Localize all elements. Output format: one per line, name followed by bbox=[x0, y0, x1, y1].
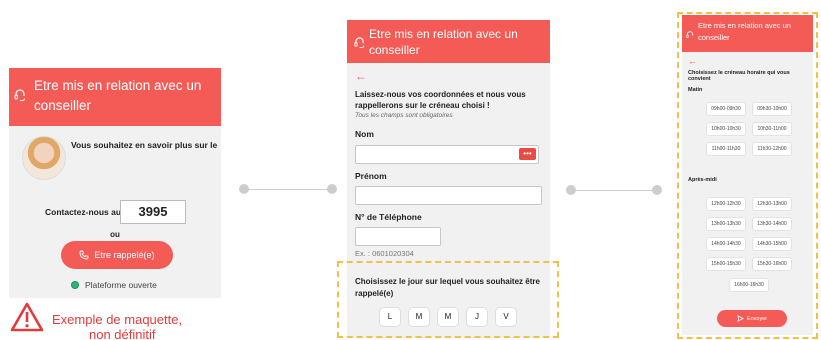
autofill-icon[interactable]: ••• bbox=[519, 148, 536, 160]
panel-time-slots: Etre mis en relation avec un conseiller … bbox=[682, 15, 813, 335]
platform-status-text: Plateforme ouverte bbox=[85, 280, 157, 290]
contact-label: Contactez-nous au bbox=[45, 207, 122, 217]
flow-connector-1 bbox=[244, 189, 332, 190]
draft-warning: Exemple de maquette, non définitif bbox=[9, 300, 229, 340]
or-label: ou bbox=[110, 230, 120, 239]
slot-afternoon[interactable]: 16h00-16h30 bbox=[729, 278, 769, 292]
slot-afternoon[interactable]: 14h00-14h30 bbox=[706, 237, 746, 251]
flow-connector-2 bbox=[571, 190, 657, 191]
send-button-label: Envoyer bbox=[746, 315, 768, 322]
day-button-monday[interactable]: L bbox=[379, 307, 401, 327]
headset-icon bbox=[14, 89, 25, 101]
headset-icon bbox=[686, 31, 694, 39]
panel3-title: Etre mis en relation avec un conseiller bbox=[698, 21, 791, 42]
day-button-thursday[interactable]: J bbox=[466, 307, 488, 327]
prenom-label: Prénom bbox=[355, 171, 387, 181]
afternoon-label: Après-midi bbox=[688, 177, 717, 183]
flow-dot bbox=[566, 185, 576, 195]
flow-dot bbox=[652, 185, 662, 195]
panel1-header: Etre mis en relation avec un conseiller bbox=[9, 68, 221, 126]
callback-button[interactable]: Etre rappelé(e) bbox=[61, 241, 173, 269]
slot-morning[interactable]: 09h00-09h30 bbox=[706, 102, 746, 116]
tel-hint: Ex. : 0601020304 bbox=[355, 249, 414, 258]
slot-afternoon[interactable]: 12h30-13h00 bbox=[752, 197, 792, 211]
slot-morning[interactable]: 11h30-12h00 bbox=[752, 142, 792, 156]
slot-heading: Choisissez le créneau horaire qui vous c… bbox=[688, 70, 790, 82]
nom-input[interactable] bbox=[355, 145, 539, 164]
back-arrow-icon[interactable]: ← bbox=[688, 56, 697, 66]
advisor-avatar bbox=[22, 136, 66, 180]
slot-morning[interactable]: 11h00-11h30 bbox=[706, 142, 746, 156]
panel-contact-options: Etre mis en relation avec un conseiller … bbox=[9, 68, 221, 298]
panel2-title: Etre mis en relation avec un conseiller bbox=[369, 27, 518, 57]
callback-button-label: Etre rappelé(e) bbox=[94, 250, 155, 260]
phone-icon bbox=[80, 250, 89, 260]
headset-icon bbox=[354, 37, 365, 48]
slot-afternoon[interactable]: 12h00-12h30 bbox=[706, 197, 746, 211]
slot-morning[interactable]: 10h00-10h30 bbox=[706, 122, 746, 136]
slot-morning[interactable]: 10h30-11h00 bbox=[752, 122, 792, 136]
nom-label: Nom bbox=[355, 129, 374, 139]
flow-dot bbox=[239, 184, 249, 194]
day-button-friday[interactable]: V bbox=[495, 307, 517, 327]
day-selector: L M M J V bbox=[379, 307, 517, 327]
panel3-header: Etre mis en relation avec un conseiller bbox=[682, 15, 813, 52]
required-note: Tous les champs sont obligatoires bbox=[355, 112, 453, 119]
intro-text: Vous souhaitez en savoir plus sur le bbox=[71, 140, 218, 150]
form-lead-text: Laissez-nous vos coordonnées et nous vou… bbox=[355, 90, 526, 110]
send-icon bbox=[737, 315, 744, 322]
slot-afternoon[interactable]: 13h30-14h00 bbox=[752, 217, 792, 231]
status-dot-icon bbox=[71, 281, 79, 289]
warning-line-1: Exemple de maquette, bbox=[52, 312, 183, 327]
panel1-title: Etre mis en relation avec un conseiller bbox=[34, 78, 202, 113]
slot-morning[interactable]: 09h30-10h00 bbox=[752, 102, 792, 116]
back-arrow-icon[interactable]: ← bbox=[355, 69, 367, 83]
slot-afternoon[interactable]: 15h30-16h00 bbox=[752, 257, 792, 271]
tel-label: N° de Téléphone bbox=[355, 212, 422, 222]
slot-afternoon[interactable]: 13h00-13h30 bbox=[706, 217, 746, 231]
phone-number-box[interactable]: 3995 bbox=[120, 200, 186, 224]
prenom-input[interactable] bbox=[355, 186, 542, 205]
warning-line-2: non définitif bbox=[89, 327, 156, 340]
tel-input[interactable] bbox=[355, 227, 441, 246]
morning-label: Matin bbox=[688, 87, 703, 93]
warning-triangle-icon bbox=[10, 302, 44, 332]
day-question: Choisissez le jour sur lequel vous souha… bbox=[355, 277, 540, 298]
day-choice-highlight: Choisissez le jour sur lequel vous souha… bbox=[337, 261, 559, 338]
platform-status: Plateforme ouverte bbox=[71, 280, 157, 290]
slot-afternoon[interactable]: 15h00-15h30 bbox=[706, 257, 746, 271]
send-button[interactable]: Envoyer bbox=[717, 310, 787, 327]
flow-dot bbox=[327, 184, 337, 194]
day-button-tuesday[interactable]: M bbox=[408, 307, 430, 327]
panel2-header: Etre mis en relation avec un conseiller bbox=[347, 20, 550, 63]
slot-afternoon[interactable]: 14h30-15h00 bbox=[752, 237, 792, 251]
day-button-wednesday[interactable]: M bbox=[437, 307, 459, 327]
